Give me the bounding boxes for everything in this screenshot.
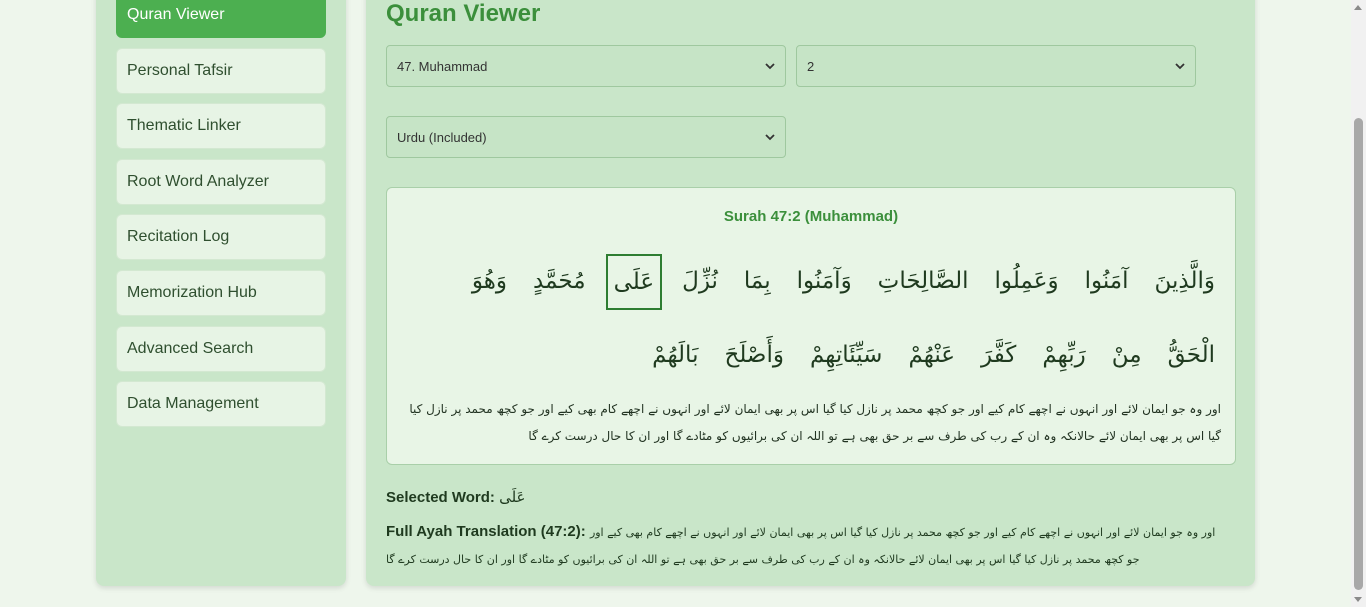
ayah-word[interactable]: وَالَّذِينَ (1149, 244, 1222, 318)
translation-select[interactable]: Urdu (Included) (386, 116, 786, 158)
sidebar-item-recitation-log[interactable]: Recitation Log (116, 214, 326, 260)
scroll-up-arrow-icon[interactable] (1354, 5, 1362, 10)
chevron-down-icon (765, 62, 775, 70)
ayah-word[interactable]: مُحَمَّدٍ (527, 244, 592, 318)
sidebar-item-label: Recitation Log (127, 228, 230, 245)
ayah-word[interactable]: وَآمَنُوا (791, 244, 858, 318)
app-page: Quran Viewer Personal Tafsir Thematic Li… (0, 0, 1366, 607)
translation-select-value: Urdu (Included) (397, 129, 487, 145)
ayah-word[interactable]: الْحَقُّ (1162, 318, 1221, 392)
ayah-word[interactable]: مِنْ (1106, 318, 1148, 392)
page-scrollbar[interactable] (1351, 0, 1366, 607)
ayah-word[interactable]: وَأَصْلَحَ (718, 318, 790, 392)
chevron-down-icon (765, 133, 775, 141)
ayah-word[interactable]: بَالَهُمْ (646, 318, 704, 392)
selected-word-value: عَلَى (499, 488, 526, 506)
main-panel: Quran Viewer 47. Muhammad 2 Urdu (Includ… (366, 0, 1255, 586)
full-translation-label: Full Ayah Translation (47:2): (386, 523, 586, 540)
sidebar-item-thematic-linker[interactable]: Thematic Linker (116, 103, 326, 149)
sidebar: Quran Viewer Personal Tafsir Thematic Li… (96, 0, 346, 586)
sidebar-item-label: Personal Tafsir (127, 62, 233, 79)
ayah-word[interactable]: سَيِّئَاتِهِمْ (804, 318, 888, 392)
scroll-thumb[interactable] (1354, 118, 1363, 590)
sidebar-item-label: Quran Viewer (127, 6, 225, 23)
ayah-word[interactable]: آمَنُوا (1079, 244, 1135, 318)
ayah-arabic-text: وَالَّذِينَآمَنُواوَعَمِلُواالصَّالِحَات… (417, 244, 1221, 392)
sidebar-item-label: Advanced Search (127, 340, 254, 357)
scroll-down-arrow-icon[interactable] (1354, 597, 1362, 602)
ayah-title: Surah 47:2 (Muhammad) (723, 208, 899, 225)
sidebar-item-personal-tafsir[interactable]: Personal Tafsir (116, 48, 326, 94)
full-translation-row: Full Ayah Translation (47:2): اور وہ جو … (386, 519, 1216, 573)
selected-word-row: Selected Word: عَلَى (386, 488, 526, 506)
surah-select[interactable]: 47. Muhammad (386, 45, 786, 87)
sidebar-item-label: Thematic Linker (127, 117, 241, 134)
ayah-word[interactable]: عَنْهُمْ (902, 318, 961, 392)
chevron-down-icon (1175, 62, 1185, 70)
ayah-select[interactable]: 2 (796, 45, 1196, 87)
ayah-select-value: 2 (807, 58, 815, 74)
ayah-card: Surah 47:2 (Muhammad) وَالَّذِينَآمَنُوا… (386, 187, 1236, 465)
ayah-word[interactable]: وَعَمِلُوا (989, 244, 1065, 318)
selected-word-label: Selected Word: (386, 489, 495, 506)
page-title: Quran Viewer (386, 0, 541, 27)
ayah-word-selected[interactable]: عَلَى (605, 253, 663, 310)
ayah-word[interactable]: الصَّالِحَاتِ (872, 244, 975, 318)
ayah-word[interactable]: وَهُوَ (466, 244, 513, 318)
sidebar-item-advanced-search[interactable]: Advanced Search (116, 326, 326, 372)
ayah-word[interactable]: نُزِّلَ (676, 244, 724, 318)
sidebar-item-quran-viewer[interactable]: Quran Viewer (116, 0, 326, 38)
sidebar-item-memorization-hub[interactable]: Memorization Hub (116, 270, 326, 316)
surah-select-value: 47. Muhammad (397, 58, 488, 74)
ayah-word[interactable]: كَفَّرَ (975, 318, 1022, 392)
ayah-word[interactable]: رَبِّهِمْ (1036, 318, 1091, 392)
sidebar-item-label: Memorization Hub (127, 284, 257, 301)
sidebar-item-data-management[interactable]: Data Management (116, 381, 326, 427)
ayah-word[interactable]: بِمَا (738, 244, 777, 318)
sidebar-item-label: Data Management (127, 395, 259, 412)
sidebar-item-root-word-analyzer[interactable]: Root Word Analyzer (116, 159, 326, 205)
sidebar-item-label: Root Word Analyzer (127, 173, 269, 190)
ayah-urdu-translation: اور وہ جو ایمان لائے اور انہوں نے اچھے ک… (409, 402, 1221, 443)
